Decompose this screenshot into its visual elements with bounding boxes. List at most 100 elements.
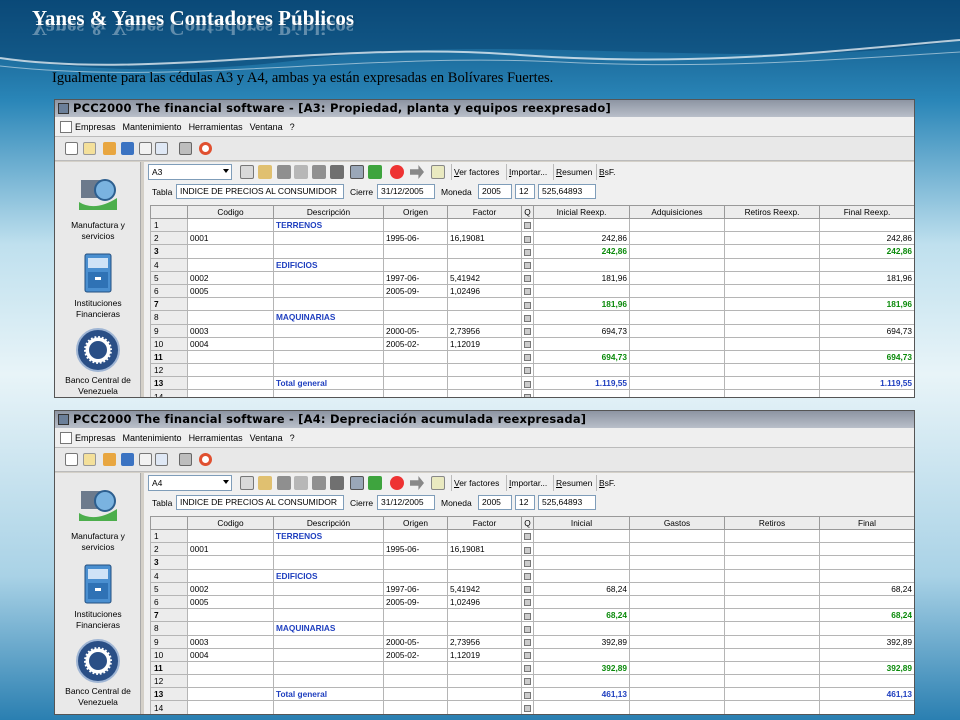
table-row[interactable]: 13 Total general 1.119,55 1.119,55 — [150, 376, 914, 391]
cell-codigo[interactable] — [187, 555, 274, 570]
cell-q[interactable] — [521, 542, 534, 557]
cell-descripcion[interactable] — [273, 270, 384, 285]
cell-factor[interactable] — [447, 687, 522, 702]
cell-descripcion[interactable] — [273, 594, 384, 610]
row-number[interactable]: 8 — [150, 310, 188, 325]
row-number[interactable]: 7 — [150, 297, 188, 312]
cell-value-1[interactable] — [533, 363, 630, 378]
table-row[interactable]: 11 392,89 392,89 — [150, 660, 914, 676]
cell-value-2[interactable] — [629, 581, 725, 596]
resumen-button[interactable]: Resumen — [553, 475, 594, 491]
menu-ventana[interactable]: Ventana — [250, 122, 283, 132]
row-number[interactable]: 6 — [150, 594, 188, 610]
row-number[interactable]: 2 — [150, 231, 188, 246]
cell-value-1[interactable]: 68,24 — [533, 608, 630, 623]
save-icon[interactable] — [277, 476, 291, 490]
cell-q[interactable] — [521, 634, 534, 649]
cell-value-2[interactable] — [629, 376, 725, 391]
help-lifebuoy-icon[interactable] — [199, 453, 212, 466]
cell-codigo[interactable] — [187, 568, 274, 583]
cell-q[interactable] — [521, 231, 534, 246]
cell-codigo[interactable]: 0004 — [187, 647, 274, 662]
cell-origen[interactable] — [383, 244, 448, 259]
cell-codigo[interactable] — [187, 674, 274, 689]
cell-value-4[interactable]: 1.119,55 — [819, 376, 914, 391]
row-number[interactable]: 11 — [150, 349, 188, 365]
column-header[interactable]: Final Reexp. — [819, 205, 914, 219]
cell-codigo[interactable]: 0001 — [187, 542, 274, 557]
tabla-field[interactable]: INDICE DE PRECIOS AL CONSUMIDOR — [176, 184, 344, 199]
cell-value-3[interactable] — [724, 528, 820, 544]
cell-descripcion[interactable] — [273, 336, 384, 351]
cell-codigo[interactable] — [187, 389, 274, 397]
cell-value-1[interactable] — [533, 310, 630, 325]
cell-factor[interactable] — [447, 244, 522, 259]
cell-value-1[interactable]: 392,89 — [533, 660, 630, 676]
checkbox-icon[interactable] — [524, 665, 531, 673]
card-icon[interactable] — [139, 453, 152, 466]
cell-q[interactable] — [521, 660, 534, 676]
new-document-icon[interactable] — [65, 453, 78, 466]
cell-value-2[interactable] — [629, 217, 725, 233]
cell-value-2[interactable] — [629, 244, 725, 259]
importar-button[interactable]: Importar... — [506, 164, 549, 180]
menu-empresas[interactable]: Empresas — [75, 122, 116, 132]
cell-descripcion[interactable]: Total general — [273, 687, 384, 702]
delete-icon[interactable] — [312, 165, 326, 179]
table-row[interactable]: 3 242,86 242,86 — [150, 244, 914, 259]
column-header[interactable]: Q — [521, 205, 534, 219]
cell-descripcion[interactable] — [273, 608, 384, 623]
cell-value-3[interactable] — [724, 647, 820, 662]
moneda-month-field[interactable]: 12 — [515, 495, 535, 510]
resumen-button[interactable]: Resumen — [553, 164, 594, 180]
checkbox-icon[interactable] — [524, 546, 531, 554]
column-header[interactable]: Retiros — [724, 516, 820, 530]
cell-value-2[interactable] — [629, 363, 725, 378]
network-icon[interactable] — [121, 142, 134, 155]
cell-origen[interactable] — [383, 257, 448, 272]
cell-codigo[interactable]: 0003 — [187, 323, 274, 338]
cell-q[interactable] — [521, 217, 534, 233]
power-icon[interactable] — [390, 476, 404, 490]
cell-value-3[interactable] — [724, 389, 820, 397]
cell-factor[interactable]: 2,73956 — [447, 323, 522, 338]
cell-value-3[interactable] — [724, 687, 820, 702]
note-icon[interactable] — [431, 165, 445, 179]
cell-factor[interactable]: 16,19081 — [447, 542, 522, 557]
cell-descripcion[interactable]: TERRENOS — [273, 217, 384, 233]
cell-value-4[interactable] — [819, 594, 914, 610]
edit-icon[interactable] — [294, 165, 308, 179]
cell-value-3[interactable] — [724, 244, 820, 259]
search-binoculars-icon[interactable] — [240, 165, 254, 179]
cell-value-4[interactable] — [819, 336, 914, 351]
note-icon[interactable] — [431, 476, 445, 490]
cell-value-4[interactable] — [819, 389, 914, 397]
cell-q[interactable] — [521, 528, 534, 544]
cell-factor[interactable] — [447, 700, 522, 714]
cell-descripcion[interactable] — [273, 555, 384, 570]
cell-codigo[interactable]: 0002 — [187, 581, 274, 596]
cell-value-3[interactable] — [724, 660, 820, 676]
cell-q[interactable] — [521, 700, 534, 714]
checkbox-icon[interactable] — [524, 393, 531, 397]
cell-value-4[interactable] — [819, 647, 914, 662]
checkbox-icon[interactable] — [524, 301, 531, 309]
cell-value-1[interactable] — [533, 674, 630, 689]
menu-mantenimiento[interactable]: Mantenimiento — [123, 433, 182, 443]
cierre-field[interactable]: 31/12/2005 — [377, 495, 435, 510]
open-folder-icon[interactable] — [83, 142, 96, 155]
checkbox-icon[interactable] — [524, 572, 531, 580]
menu-herramientas[interactable]: Herramientas — [189, 433, 243, 443]
checkbox-icon[interactable] — [524, 559, 531, 567]
cell-value-4[interactable] — [819, 555, 914, 570]
cell-descripcion[interactable] — [273, 634, 384, 649]
table-row[interactable]: 1 TERRENOS — [150, 217, 914, 233]
checkbox-icon[interactable] — [524, 380, 531, 388]
cell-value-1[interactable] — [533, 542, 630, 557]
cell-value-3[interactable] — [724, 674, 820, 689]
ver-factores-button[interactable]: Ver factores — [451, 475, 501, 491]
cell-factor[interactable]: 5,41942 — [447, 270, 522, 285]
cell-origen[interactable] — [383, 674, 448, 689]
table-row[interactable]: 8 MAQUINARIAS — [150, 310, 914, 325]
print-icon[interactable] — [350, 476, 364, 490]
